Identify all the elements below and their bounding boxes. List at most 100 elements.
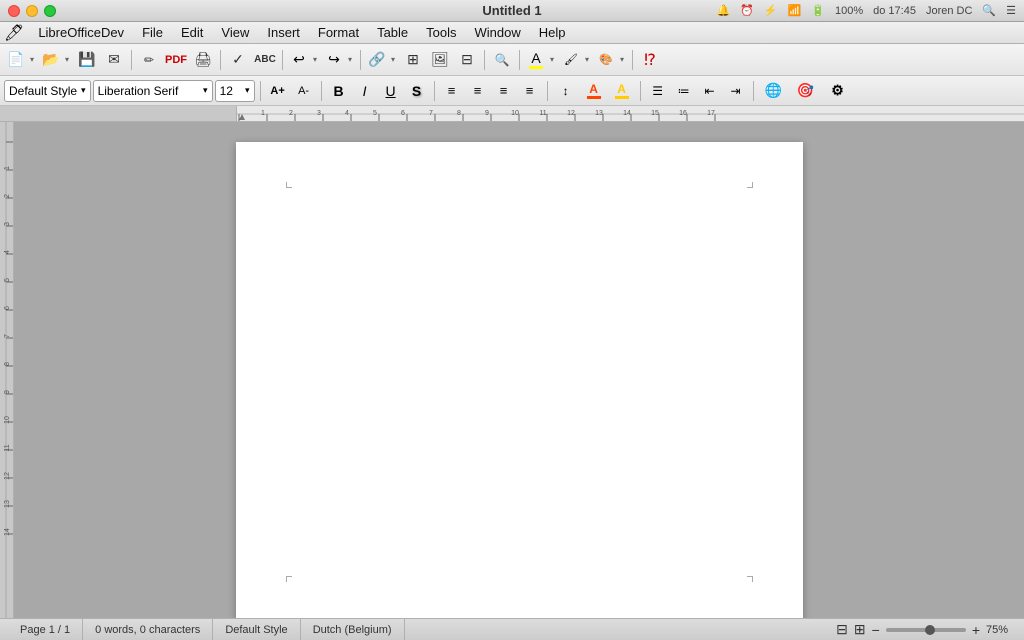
italic-button[interactable]: I — [353, 80, 377, 102]
corner-mark-br — [747, 576, 753, 582]
highlight-fmt-button[interactable]: A — [609, 80, 635, 102]
svg-text:4: 4 — [345, 110, 349, 117]
insert-hyperlink-button[interactable]: 🔗 ▾ — [365, 48, 399, 72]
line-spacing-button[interactable]: ↕ — [553, 80, 579, 102]
table-color-button[interactable]: 🎨 ▾ — [594, 48, 628, 72]
menu-icon[interactable]: ☰ — [1006, 4, 1016, 17]
zoom-out-button[interactable]: − — [872, 622, 880, 638]
layout-icon[interactable]: ⊟ — [836, 621, 848, 638]
table-btn[interactable]: 🌐 — [759, 80, 789, 102]
outdent-button[interactable]: ⇤ — [698, 80, 722, 102]
menu-tools[interactable]: Tools — [418, 23, 464, 42]
font-name-select[interactable]: Liberation Serif ▾ — [93, 80, 213, 102]
decrease-font-button[interactable]: A- — [292, 80, 316, 102]
find-bar-button[interactable]: 🔍 — [489, 48, 515, 72]
redo-button[interactable]: ↪ ▾ — [322, 48, 356, 72]
wifi-icon: 📶 — [788, 4, 802, 17]
ruler-left-margin — [0, 106, 237, 121]
maximize-button[interactable] — [44, 5, 56, 17]
menu-help[interactable]: Help — [531, 23, 574, 42]
menu-app[interactable]: LibreOfficeDev — [30, 23, 132, 42]
clock-icon: ⏰ — [740, 4, 754, 17]
font-name-value: Liberation Serif — [98, 84, 179, 98]
email-button[interactable]: ✉ — [101, 48, 127, 72]
print-button[interactable]: 🖨 — [190, 48, 216, 72]
ruler-container: 1 2 3 4 5 6 7 8 9 10 11 12 13 14 15 16 1… — [0, 106, 1024, 122]
align-center-button[interactable]: ≡ — [466, 80, 490, 102]
menu-insert[interactable]: Insert — [259, 23, 308, 42]
battery-text: 100% — [835, 5, 863, 17]
ordered-list-button[interactable]: ≔ — [672, 80, 696, 102]
toolbar2: Default Style ▾ Liberation Serif ▾ 12 ▾ … — [0, 76, 1024, 106]
svg-text:2: 2 — [289, 110, 293, 117]
separator7 — [632, 50, 633, 70]
svg-text:2: 2 — [4, 194, 11, 198]
form-btn[interactable]: 🎯 — [791, 80, 821, 102]
system-tray: 🔔 ⏰ ⚡ 📶 🔋 100% do 17:45 Joren DC 🔍 ☰ — [716, 4, 1016, 17]
export-pdf-button[interactable]: PDF — [163, 48, 189, 72]
svg-text:12: 12 — [567, 110, 575, 117]
main-area: 1 2 3 4 5 6 7 8 9 10 11 12 13 14 — [0, 122, 1024, 618]
increase-font-button[interactable]: A+ — [266, 80, 290, 102]
svg-text:12: 12 — [4, 472, 11, 480]
zoom-slider[interactable] — [886, 628, 966, 632]
svg-text:3: 3 — [4, 222, 11, 226]
open-button[interactable]: 📂 ▾ — [39, 48, 73, 72]
search-icon[interactable]: 🔍 — [982, 4, 996, 17]
insert-image-button[interactable]: 🖼 — [427, 48, 453, 72]
indent-button[interactable]: ⇥ — [724, 80, 748, 102]
user-text: Joren DC — [926, 5, 972, 17]
font-color-fmt-button[interactable]: A — [581, 80, 607, 102]
font-size-select[interactable]: 12 ▾ — [215, 80, 255, 102]
font-color-button[interactable]: A ▾ — [524, 48, 558, 72]
separator6 — [519, 50, 520, 70]
align-right-button[interactable]: ≡ — [492, 80, 516, 102]
page-count: Page 1 / 1 — [8, 619, 83, 640]
style-dropdown-arrow: ▾ — [81, 85, 86, 96]
statusbar: Page 1 / 1 0 words, 0 characters Default… — [0, 618, 1024, 640]
insert-table-button[interactable]: ⊟ — [454, 48, 480, 72]
font-dropdown-arrow: ▾ — [203, 85, 208, 96]
svg-text:6: 6 — [401, 110, 405, 117]
menu-view[interactable]: View — [213, 23, 257, 42]
underline-button[interactable]: U — [379, 80, 403, 102]
svg-text:4: 4 — [4, 250, 11, 254]
close-button[interactable] — [8, 5, 20, 17]
bold-button[interactable]: B — [327, 80, 351, 102]
align-left-button[interactable]: ≡ — [440, 80, 464, 102]
menu-edit[interactable]: Edit — [173, 23, 211, 42]
menu-table[interactable]: Table — [369, 23, 416, 42]
shadow-button[interactable]: S — [405, 80, 429, 102]
layout-icon2[interactable]: ⊞ — [854, 621, 866, 638]
new-button[interactable]: 📄 ▾ — [4, 48, 38, 72]
document-area[interactable] — [14, 122, 1024, 618]
corner-mark-tl — [286, 182, 292, 188]
paragraph-style-select[interactable]: Default Style ▾ — [4, 80, 91, 102]
autospell-button[interactable]: ABC — [252, 48, 278, 72]
edit-mode-button[interactable]: ✏ — [136, 48, 162, 72]
corner-mark-bl — [286, 576, 292, 582]
minimize-button[interactable] — [26, 5, 38, 17]
insert-frame-button[interactable]: ⊞ — [400, 48, 426, 72]
svg-text:11: 11 — [4, 444, 11, 451]
spellcheck-button[interactable]: ✓ — [225, 48, 251, 72]
help-button[interactable]: ⁉ — [637, 48, 663, 72]
menu-format[interactable]: Format — [310, 23, 367, 42]
app-logo: 🖊 — [4, 23, 24, 43]
svg-text:9: 9 — [4, 390, 11, 394]
undo-button[interactable]: ↩ ▾ — [287, 48, 321, 72]
unordered-list-button[interactable]: ☰ — [646, 80, 670, 102]
menu-window[interactable]: Window — [467, 23, 529, 42]
document-page[interactable] — [236, 142, 803, 618]
save-button[interactable]: 💾 — [74, 48, 100, 72]
redo-icon: ↪ — [323, 48, 345, 72]
highlight-color-button[interactable]: 🖌 ▾ — [559, 48, 593, 72]
justify-button[interactable]: ≡ — [518, 80, 542, 102]
zoom-in-button[interactable]: + — [972, 622, 980, 638]
corner-mark-tr — [747, 182, 753, 188]
special-btn[interactable]: ⚙ — [823, 80, 853, 102]
size-dropdown-arrow: ▾ — [245, 85, 250, 96]
svg-text:7: 7 — [4, 334, 11, 338]
zoom-level[interactable]: 75% — [986, 624, 1016, 636]
menu-file[interactable]: File — [134, 23, 171, 42]
